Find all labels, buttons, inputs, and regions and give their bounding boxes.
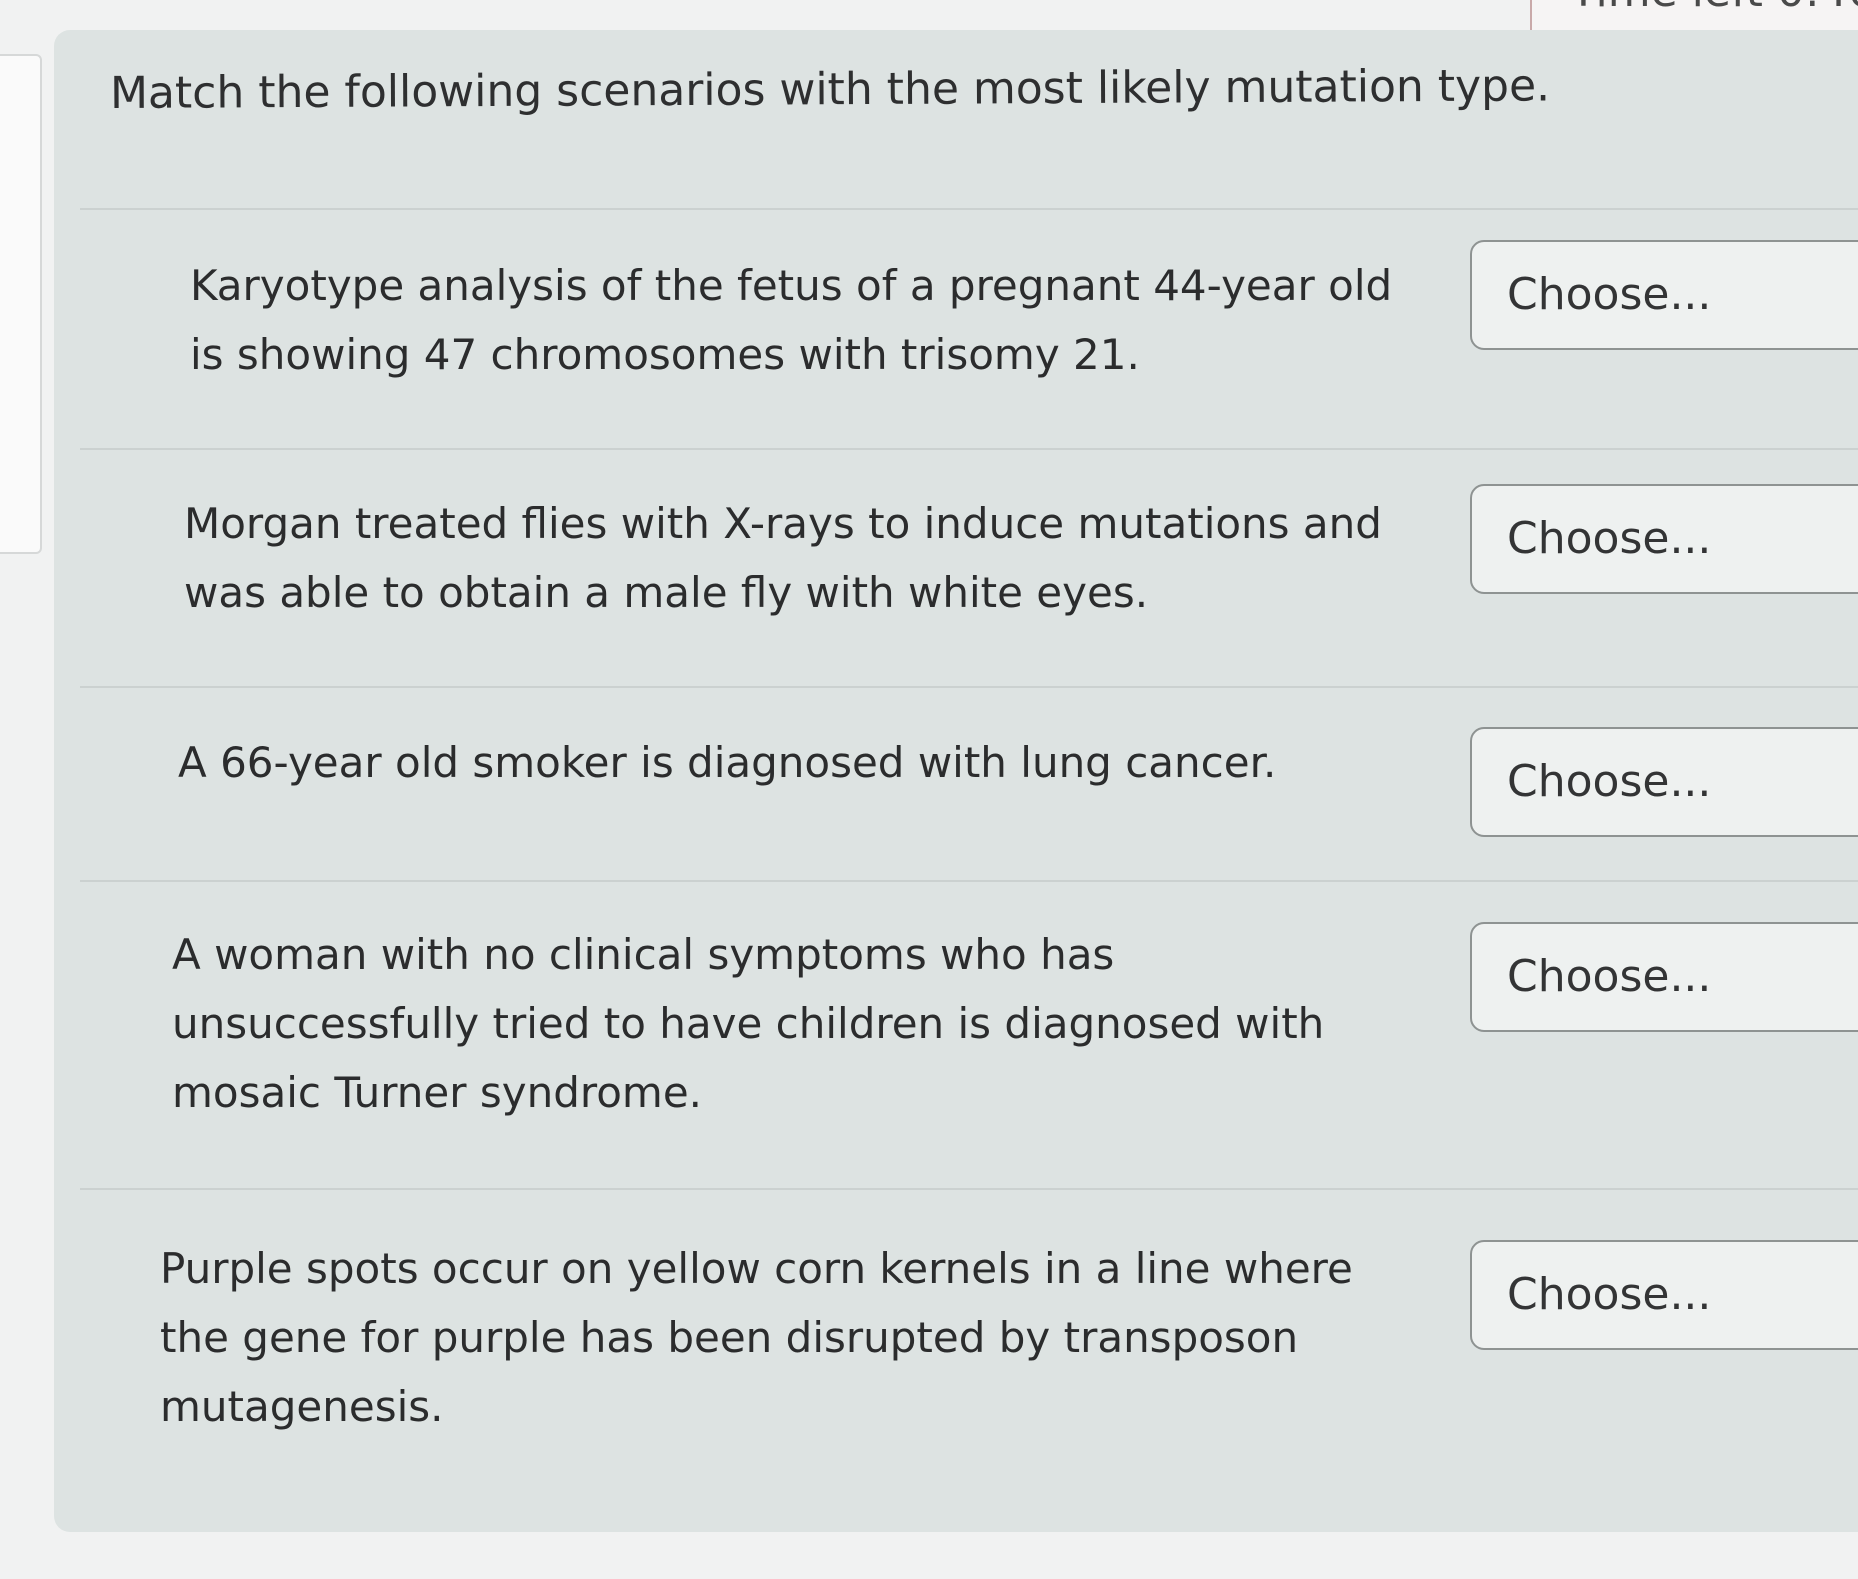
question-4-line-3: mosaic Turner syndrome. — [172, 1068, 703, 1117]
question-5-line-2: the gene for purple has been disrupted b… — [160, 1313, 1299, 1362]
question-3-line-1: A 66-year old smoker is diagnosed with l… — [178, 738, 1277, 787]
answer-select-2-value: Choose... — [1507, 513, 1712, 564]
question-text-5: Purple spots occur on yellow corn kernel… — [160, 1234, 1353, 1441]
question-text-3: A 66-year old smoker is diagnosed with l… — [178, 728, 1276, 797]
question-5-line-1: Purple spots occur on yellow corn kernel… — [160, 1244, 1353, 1293]
question-1-line-2: is showing 47 chromosomes with trisomy 2… — [190, 330, 1140, 379]
question-2-line-1: Morgan treated flies with X-rays to indu… — [184, 499, 1382, 548]
divider — [80, 208, 1858, 210]
divider — [80, 686, 1858, 688]
timer-label: Time left 0:40 — [1570, 0, 1858, 17]
question-text-2: Morgan treated flies with X-rays to indu… — [184, 489, 1382, 627]
answer-select-1-value: Choose... — [1507, 269, 1712, 320]
answer-select-3-value: Choose... — [1507, 756, 1712, 807]
question-5-line-3: mutagenesis. — [160, 1382, 444, 1431]
question-text-1: Karyotype analysis of the fetus of a pre… — [190, 251, 1392, 389]
answer-select-3[interactable]: Choose... — [1470, 727, 1858, 837]
divider — [80, 448, 1858, 450]
answer-select-2[interactable]: Choose... — [1470, 484, 1858, 594]
answer-select-5-value: Choose... — [1507, 1269, 1712, 1320]
question-instruction: Match the following scenarios with the m… — [109, 60, 1551, 119]
divider — [80, 1188, 1858, 1190]
left-sidebar-panel — [0, 54, 42, 554]
answer-select-4-value: Choose... — [1507, 951, 1712, 1002]
question-text-4: A woman with no clinical symptoms who ha… — [172, 920, 1324, 1127]
question-4-line-1: A woman with no clinical symptoms who ha… — [172, 930, 1115, 979]
question-2-line-2: was able to obtain a male fly with white… — [184, 568, 1149, 617]
answer-select-1[interactable]: Choose... — [1470, 240, 1858, 350]
answer-select-5[interactable]: Choose... — [1470, 1240, 1858, 1350]
answer-select-4[interactable]: Choose... — [1470, 922, 1858, 1032]
divider — [80, 880, 1858, 882]
question-4-line-2: unsuccessfully tried to have children is… — [172, 999, 1325, 1048]
question-1-line-1: Karyotype analysis of the fetus of a pre… — [190, 261, 1393, 310]
